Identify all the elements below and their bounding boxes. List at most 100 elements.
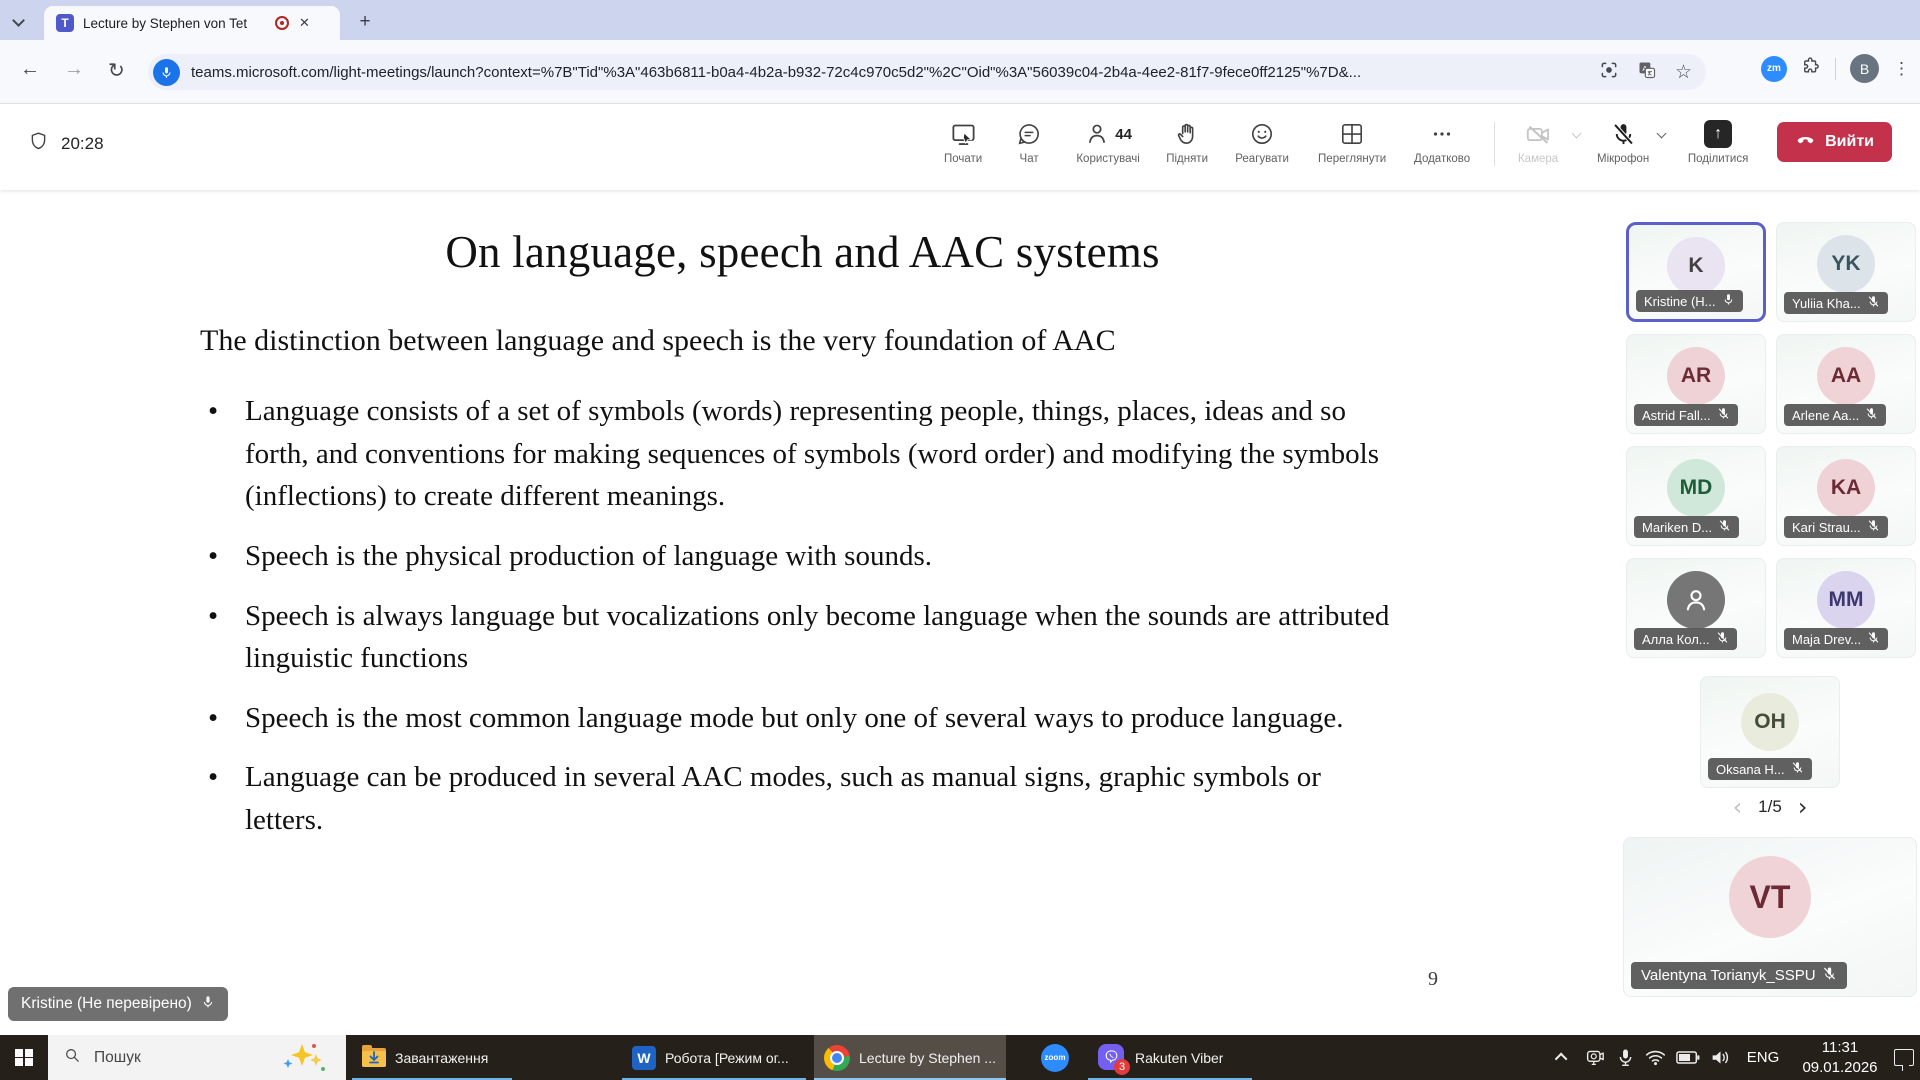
chrome-icon <box>824 1044 850 1071</box>
tray-show-hidden-icons[interactable] <box>1548 1035 1576 1080</box>
tab-close-icon[interactable]: ✕ <box>299 15 310 31</box>
react-button[interactable]: Реагувати <box>1220 116 1304 165</box>
mic-on-icon <box>1722 293 1735 309</box>
avatar: KA <box>1817 459 1875 517</box>
present-screen-icon <box>950 120 977 148</box>
participant-tile[interactable]: K Kristine (H... <box>1626 222 1766 322</box>
tray-clock[interactable]: 11:31 09.01.2026 <box>1790 1035 1890 1080</box>
tray-volume-icon[interactable] <box>1704 1035 1736 1080</box>
page-next-icon[interactable]: › <box>1798 795 1808 819</box>
browser-menu-icon[interactable]: ⋮ <box>1893 59 1910 79</box>
tray-action-center-icon[interactable] <box>1888 1035 1920 1080</box>
slide-intro: The distinction between language and spe… <box>200 324 1116 357</box>
browser-tab-strip: T Lecture by Stephen von Tet ✕ + <box>0 0 1920 40</box>
participants-button[interactable]: 44 Користувачі <box>1062 116 1154 165</box>
more-button[interactable]: Додатково <box>1400 116 1484 165</box>
avatar: AA <box>1817 347 1875 405</box>
page-indicator: 1/5 <box>1758 797 1782 816</box>
chat-icon <box>1016 120 1042 148</box>
participant-name: Yuliia Kha... <box>1792 295 1861 311</box>
slide-title: On language, speech and AAC systems <box>445 227 1160 277</box>
participant-tile[interactable]: Алла Кол... <box>1626 558 1766 658</box>
participant-tile[interactable]: MM Maja Drev... <box>1776 558 1916 658</box>
tab-title: Lecture by Stephen von Tet <box>83 15 248 31</box>
camera-options-chevron-icon[interactable] <box>1571 128 1582 139</box>
participants-icon: 44 <box>1084 120 1132 148</box>
avatar: VT <box>1729 856 1811 938</box>
browser-profile-avatar[interactable]: B <box>1850 54 1879 83</box>
viber-unread-badge: 3 <box>1114 1058 1130 1075</box>
windows-logo-icon <box>15 1048 33 1067</box>
participant-name: Kari Strau... <box>1792 519 1861 535</box>
microphone-button[interactable]: Мікрофон <box>1590 116 1656 165</box>
presenter-name-badge: Kristine (Не перевірено) <box>8 987 228 1021</box>
raise-hand-icon <box>1174 120 1200 148</box>
avatar: AR <box>1667 347 1725 405</box>
start-button[interactable] <box>0 1035 48 1080</box>
taskbar-app-word[interactable]: W Робота [Режим ог... <box>622 1035 806 1080</box>
participant-tile[interactable]: KA Kari Strau... <box>1776 446 1916 546</box>
avatar: YK <box>1817 235 1875 293</box>
hangup-icon <box>1795 129 1816 155</box>
tray-time: 11:31 <box>1821 1039 1859 1056</box>
reload-icon[interactable]: ↻ <box>108 58 125 83</box>
taskbar-app-downloads[interactable]: Завантаження <box>352 1035 512 1080</box>
participant-tile-spotlight[interactable]: VT Valentyna Torianyk_SSPU <box>1623 837 1917 997</box>
meeting-timer: 20:28 <box>61 134 104 153</box>
extensions-puzzle-icon[interactable] <box>1801 56 1821 81</box>
page-prev-icon[interactable]: ‹ <box>1733 795 1743 819</box>
windows-taskbar: Пошук Завантаження W Робота [Режим ог...… <box>0 1035 1920 1080</box>
taskbar-app-viber[interactable]: 3 Rakuten Viber <box>1088 1035 1252 1080</box>
participant-name: Kristine (H... <box>1644 293 1716 309</box>
browser-tab[interactable]: T Lecture by Stephen von Tet ✕ <box>44 6 340 40</box>
participant-tile[interactable]: AA Arlene Aa... <box>1776 334 1916 434</box>
mic-muted-icon <box>1716 631 1729 647</box>
address-bar[interactable]: teams.microsoft.com/light-meetings/launc… <box>148 54 1706 90</box>
participant-name: Mariken D... <box>1642 519 1713 535</box>
view-button[interactable]: Переглянути <box>1304 116 1400 165</box>
word-icon: W <box>632 1045 656 1070</box>
mic-muted-icon <box>1791 761 1804 777</box>
raise-hand-button[interactable]: Підняти <box>1154 116 1220 165</box>
camera-button[interactable]: Камера <box>1505 116 1571 165</box>
participant-tile[interactable]: YK Yuliia Kha... <box>1776 222 1916 322</box>
tray-battery-icon[interactable] <box>1672 1035 1704 1080</box>
slide-bullet: Language consists of a set of symbols (w… <box>200 390 1405 518</box>
taskbar-app-chrome[interactable]: Lecture by Stephen ... <box>814 1035 1006 1080</box>
tray-date: 09.01.2026 <box>1802 1058 1878 1076</box>
mic-muted-icon <box>1867 295 1880 311</box>
participant-tile[interactable]: AR Astrid Fall... <box>1626 334 1766 434</box>
tray-wifi-icon[interactable] <box>1640 1035 1670 1080</box>
shared-slide: On language, speech and AAC systems The … <box>200 190 1405 859</box>
mic-muted-icon <box>1865 407 1878 423</box>
bookmark-star-icon[interactable]: ☆ <box>1675 61 1692 84</box>
new-tab-button[interactable]: + <box>352 9 378 35</box>
tray-language-indicator[interactable]: ENG <box>1738 1035 1788 1080</box>
participant-name: Maja Drev... <box>1792 631 1862 647</box>
leave-meeting-button[interactable]: Вийти <box>1777 122 1892 162</box>
participant-name: Valentyna Torianyk_SSPU <box>1641 967 1816 984</box>
participant-tile[interactable]: OH Oksana H... <box>1700 676 1840 788</box>
taskbar-app-zoom[interactable]: zoom <box>1030 1035 1080 1080</box>
mic-permission-icon[interactable] <box>153 58 180 86</box>
back-icon[interactable]: ← <box>20 58 40 81</box>
forward-icon[interactable]: → <box>64 58 84 81</box>
zoom-extension-icon[interactable]: zm <box>1761 55 1787 82</box>
controls-divider <box>1494 122 1496 166</box>
participants-count: 44 <box>1115 125 1132 143</box>
translate-icon[interactable]: A <box>1637 60 1657 85</box>
tab-search-chevron-icon[interactable] <box>12 12 30 28</box>
tray-camera-in-use-icon[interactable] <box>1580 1035 1610 1080</box>
share-button[interactable]: ↑ Поділитися <box>1675 116 1761 165</box>
present-button[interactable]: Почати <box>930 116 996 165</box>
downloads-folder-icon <box>362 1045 386 1067</box>
microphone-options-chevron-icon[interactable] <box>1656 128 1667 139</box>
chat-button[interactable]: Чат <box>996 116 1062 165</box>
participant-tile[interactable]: MD Mariken D... <box>1626 446 1766 546</box>
share-screen-icon: ↑ <box>1704 120 1733 148</box>
slide-bullet: Language can be produced in several AAC … <box>200 756 1405 841</box>
google-lens-icon[interactable] <box>1599 60 1619 85</box>
taskbar-search[interactable]: Пошук <box>48 1035 346 1080</box>
meeting-stage: On language, speech and AAC systems The … <box>0 190 1920 1035</box>
tray-microphone-icon[interactable] <box>1612 1035 1638 1080</box>
